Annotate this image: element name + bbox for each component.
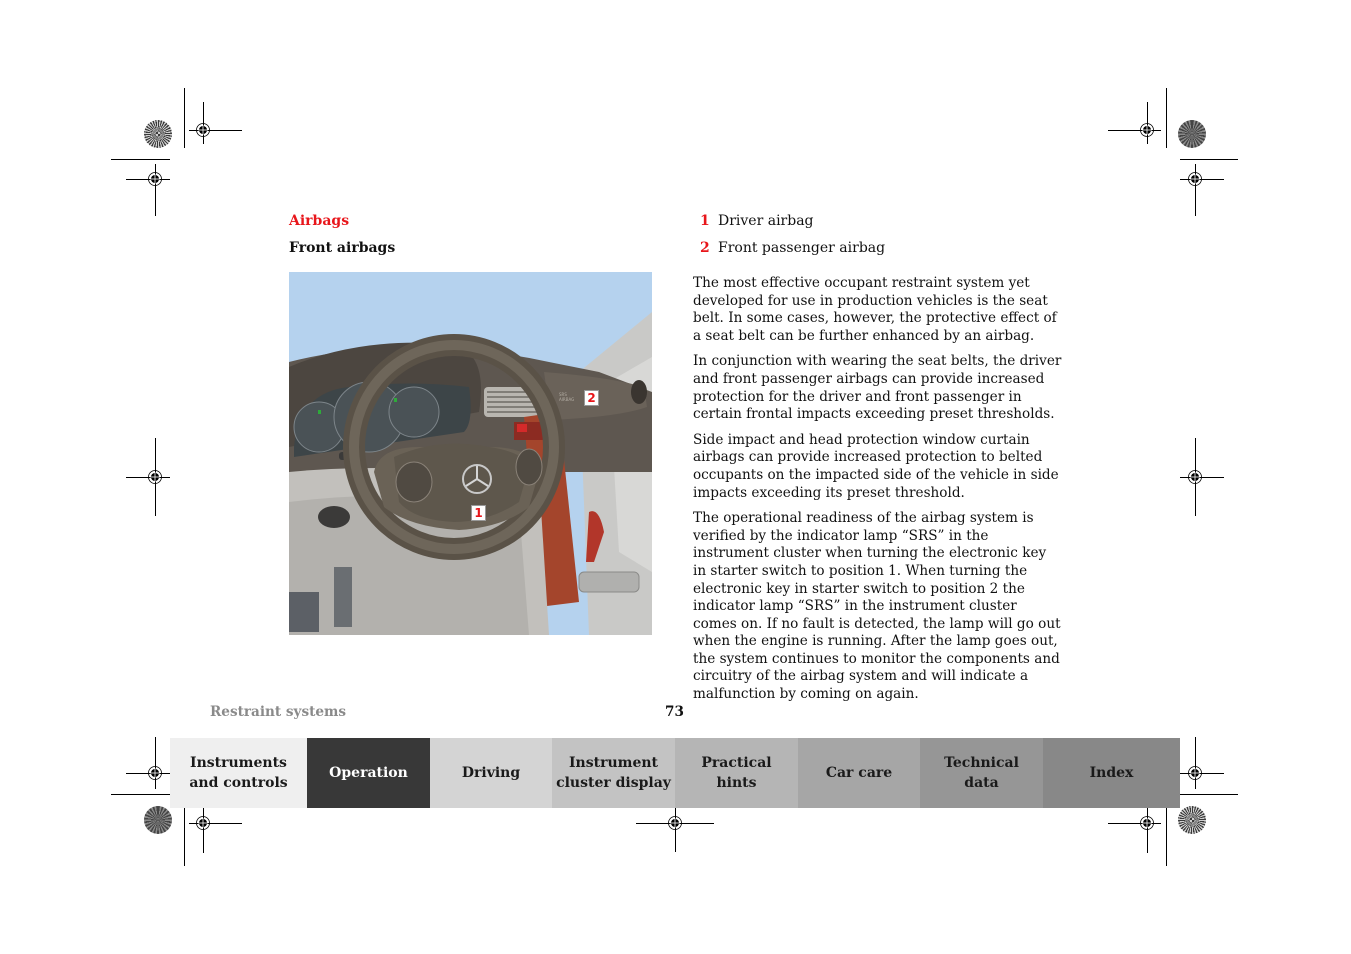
- callout-passenger-airbag: 2: [584, 390, 599, 406]
- tab-practical-hints[interactable]: Practical hints: [675, 738, 798, 808]
- tab-label: Instrument: [569, 755, 658, 771]
- registration-target-icon: [147, 469, 163, 485]
- registration-target-icon: [195, 122, 211, 138]
- dashboard-drawing: [289, 272, 652, 635]
- paragraph: The most effective occupant restraint sy…: [693, 275, 1057, 344]
- color-rosette-icon: [1178, 120, 1206, 148]
- page-number: 73: [665, 704, 684, 720]
- tab-label: cluster display: [556, 775, 671, 791]
- tab-car-care[interactable]: Car care: [798, 738, 920, 808]
- registration-target-icon: [147, 765, 163, 781]
- tab-label: Practical hints: [701, 755, 772, 791]
- paragraph: Side impact and head protection window c…: [693, 431, 1059, 501]
- paragraph: In conjunction with wearing the seat bel…: [693, 353, 1062, 423]
- registration-target-icon: [1139, 815, 1155, 831]
- tab-label: Driving: [461, 765, 521, 781]
- srs-label: SRS AIRBAG: [559, 392, 575, 402]
- crop-line: [1166, 808, 1167, 866]
- tab-label: and controls: [189, 775, 288, 791]
- tab-label: Car care: [825, 765, 893, 781]
- color-rosette-icon: [144, 806, 172, 834]
- callout-driver-airbag: 1: [471, 505, 486, 521]
- chapter-tabs: Instruments and controls Operation Drivin…: [170, 738, 1180, 808]
- subsection-title: Front airbags: [289, 240, 396, 256]
- legend-number: 2: [700, 240, 710, 256]
- crop-line: [155, 737, 156, 789]
- color-rosette-icon: [144, 120, 172, 148]
- footer-section-name: Restraint systems: [210, 704, 347, 720]
- crop-line: [1195, 737, 1196, 789]
- registration-target-icon: [1187, 171, 1203, 187]
- crop-line: [1166, 88, 1167, 148]
- tab-label: data: [964, 775, 999, 791]
- tab-index[interactable]: Index: [1043, 738, 1180, 808]
- section-title: Airbags: [289, 213, 350, 229]
- legend-item-passenger-airbag: 2 Front passenger airbag: [700, 240, 885, 256]
- registration-target-icon: [195, 815, 211, 831]
- crop-line: [184, 88, 185, 148]
- tab-label: Technical: [944, 755, 1019, 771]
- registration-target-icon: [1187, 765, 1203, 781]
- crop-line: [1180, 794, 1238, 795]
- tab-technical-data[interactable]: Technical data: [920, 738, 1043, 808]
- tab-instrument-cluster-display[interactable]: Instrument cluster display: [552, 738, 675, 808]
- tab-instruments-and-controls[interactable]: Instruments and controls: [170, 738, 307, 808]
- color-rosette-icon: [1178, 806, 1206, 834]
- paragraph: The operational readiness of the airbag …: [693, 510, 1061, 703]
- registration-target-icon: [1187, 469, 1203, 485]
- crop-line: [111, 159, 170, 160]
- registration-target-icon: [147, 171, 163, 187]
- tab-operation[interactable]: Operation: [307, 738, 430, 808]
- tab-driving[interactable]: Driving: [430, 738, 552, 808]
- crop-line: [1180, 159, 1238, 160]
- crop-line: [184, 808, 185, 866]
- body-text: The most effective occupant restraint sy…: [693, 275, 1063, 712]
- legend-number: 1: [700, 213, 710, 229]
- tab-label: Index: [1089, 765, 1134, 781]
- legend-label: Driver airbag: [718, 213, 814, 229]
- dashboard-illustration: 1 2 SRS AIRBAG: [289, 272, 652, 635]
- legend-label: Front passenger airbag: [718, 240, 886, 256]
- tab-label: Operation: [329, 765, 408, 781]
- registration-target-icon: [667, 815, 683, 831]
- registration-target-icon: [1139, 122, 1155, 138]
- tab-label: Instruments: [190, 755, 287, 771]
- legend-item-driver-airbag: 1 Driver airbag: [700, 213, 814, 229]
- crop-line: [111, 794, 170, 795]
